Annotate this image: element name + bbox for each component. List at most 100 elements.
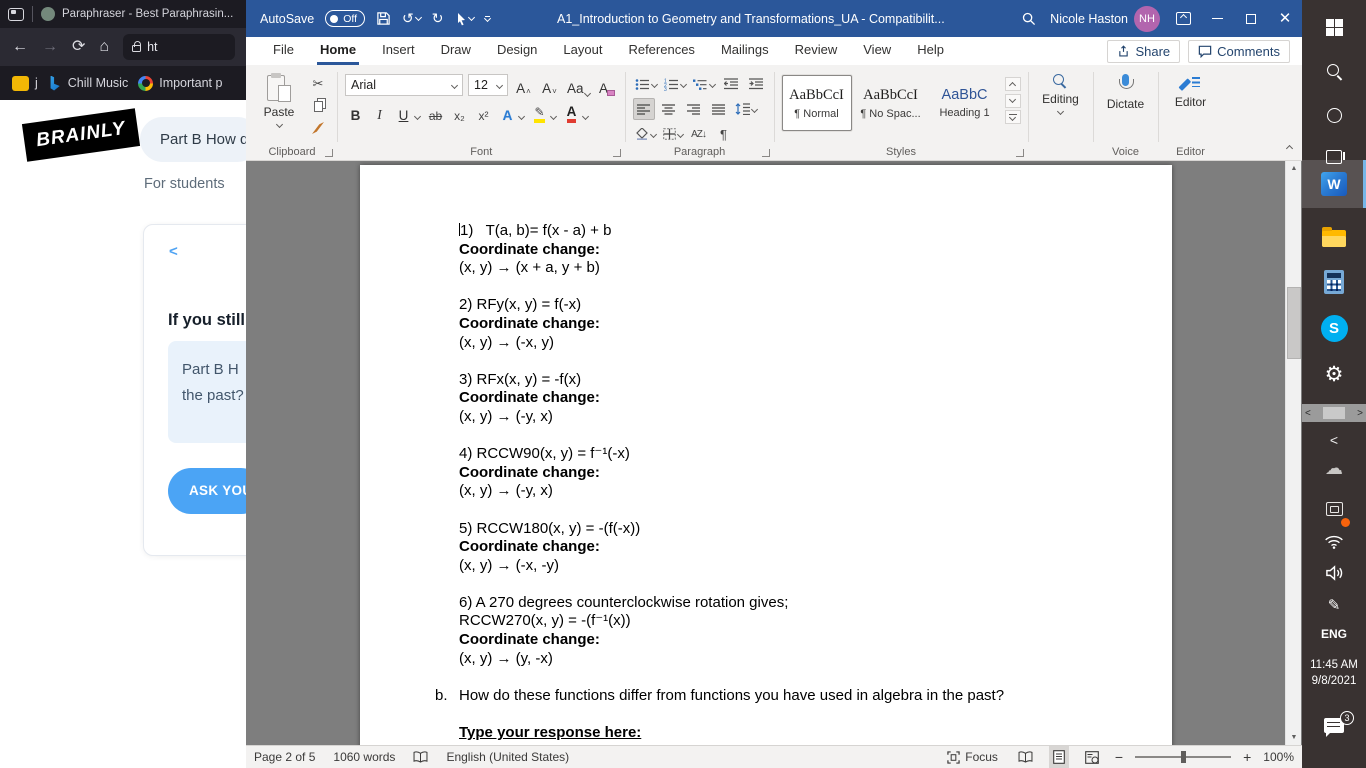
zoom-slider-thumb[interactable]	[1181, 751, 1187, 763]
bullet-list-button[interactable]	[633, 73, 659, 95]
zoom-in-button[interactable]: +	[1243, 749, 1251, 765]
browser-tab[interactable]: Paraphraser - Best Paraphrasin...	[41, 7, 239, 21]
action-center-button[interactable]: 3	[1302, 708, 1366, 742]
language-indicator[interactable]: English (United States)	[446, 750, 569, 764]
onedrive-button[interactable]: ☁	[1302, 454, 1366, 482]
web-layout-button[interactable]	[1081, 746, 1103, 768]
align-center-button[interactable]	[658, 98, 680, 120]
brainly-search-input[interactable]: Part B How d	[140, 117, 247, 162]
doc-item-3[interactable]: 3) RFx(x, y) = -f(x) Coordinate change: …	[459, 371, 1142, 427]
clear-formatting-button[interactable]: A	[597, 74, 618, 96]
bookmark-item[interactable]: Chill Music	[48, 75, 128, 91]
ribbon-display-options-button[interactable]	[1166, 0, 1200, 37]
taskbar-scroll-thumb[interactable]	[1323, 407, 1345, 419]
scroll-up-icon[interactable]: ▲	[1286, 161, 1302, 176]
show-hidden-icons-button[interactable]: <	[1302, 428, 1366, 452]
volume-button[interactable]	[1302, 560, 1366, 586]
bookmark-item[interactable]: j	[12, 75, 38, 91]
superscript-button[interactable]: x²	[473, 101, 494, 123]
zoom-slider[interactable]	[1135, 751, 1232, 763]
maximize-button[interactable]	[1234, 0, 1268, 37]
back-chevron-icon[interactable]: <	[169, 243, 178, 260]
styles-more-button[interactable]	[1004, 110, 1021, 124]
align-right-button[interactable]	[683, 98, 705, 120]
paste-button[interactable]: Paste	[254, 69, 304, 144]
tab-layout[interactable]: Layout	[550, 37, 615, 65]
comments-button[interactable]: Comments	[1188, 39, 1290, 63]
tab-help[interactable]: Help	[904, 37, 957, 65]
snip-notification-button[interactable]	[1302, 494, 1366, 527]
sort-button[interactable]: AZ↓	[688, 123, 710, 145]
customize-toolbar-button[interactable]	[483, 14, 491, 23]
change-case-button[interactable]: Aa	[565, 74, 592, 98]
text-effects-button[interactable]: A	[497, 101, 518, 123]
question-b[interactable]: b. How do these functions differ from fu…	[435, 687, 1142, 706]
doc-item-5[interactable]: 5) RCCW180(x, y) = -(f(-x)) Coordinate c…	[459, 520, 1142, 576]
question-box[interactable]: Part B H the past?	[168, 341, 247, 443]
underline-button[interactable]: U	[393, 101, 414, 123]
skype-button[interactable]: S	[1302, 304, 1366, 352]
home-icon[interactable]: ⌂	[99, 39, 109, 55]
firefox-view-icon[interactable]	[8, 7, 24, 21]
tab-mailings[interactable]: Mailings	[708, 37, 782, 65]
url-bar[interactable]: ht	[123, 34, 235, 60]
doc-item-6[interactable]: 6) A 270 degrees counterclockwise rotati…	[459, 594, 1142, 668]
response-prompt[interactable]: Type your response here:	[459, 724, 1142, 743]
reload-icon[interactable]: ⟳	[72, 39, 85, 55]
search-button[interactable]	[1012, 0, 1046, 37]
justify-button[interactable]	[708, 98, 730, 120]
scroll-right-icon[interactable]: >	[1357, 408, 1363, 419]
tab-insert[interactable]: Insert	[369, 37, 428, 65]
shrink-font-button[interactable]: A ˅	[539, 74, 560, 96]
calculator-button[interactable]	[1302, 258, 1366, 306]
document-text[interactable]: 1) T(a, b)= f(x - a) + b Coordinate chan…	[360, 165, 1172, 743]
shading-button[interactable]	[633, 123, 658, 145]
proofing-icon[interactable]	[413, 751, 428, 763]
tab-home[interactable]: Home	[307, 37, 369, 65]
highlight-button[interactable]: ✎	[529, 101, 550, 123]
font-color-button[interactable]: A	[561, 101, 582, 123]
cortana-button[interactable]	[1302, 98, 1366, 132]
language-indicator[interactable]: ENG	[1302, 622, 1366, 646]
tab-draw[interactable]: Draw	[428, 37, 484, 65]
editor-button[interactable]: Editor	[1166, 69, 1216, 144]
paragraph-dialog-launcher[interactable]	[761, 149, 770, 157]
ask-question-button[interactable]: ASK YOU	[168, 468, 247, 514]
strikethrough-button[interactable]: ab	[425, 101, 446, 123]
align-left-button[interactable]	[632, 98, 655, 120]
cut-icon[interactable]: ✂	[308, 75, 328, 93]
editing-button[interactable]: Editing	[1036, 69, 1086, 144]
vertical-scrollbar[interactable]: ▲ ▼	[1285, 161, 1301, 745]
minimize-button[interactable]	[1200, 0, 1234, 37]
style-normal[interactable]: AaBbCcI ¶ Normal	[781, 75, 852, 131]
zoom-out-button[interactable]: −	[1115, 749, 1123, 765]
dictate-button[interactable]: Dictate	[1101, 69, 1151, 144]
undo-button[interactable]: ↺	[402, 10, 422, 27]
zoom-level[interactable]: 100%	[1263, 750, 1294, 764]
style-no-spacing[interactable]: AaBbCcI ¶ No Spac...	[856, 75, 926, 131]
multilevel-list-button[interactable]	[691, 73, 717, 95]
forward-icon[interactable]: →	[42, 39, 58, 55]
scrollbar-thumb[interactable]	[1287, 287, 1301, 359]
read-mode-button[interactable]	[1014, 746, 1037, 768]
copy-icon[interactable]	[308, 97, 328, 115]
tab-design[interactable]: Design	[484, 37, 550, 65]
word-count[interactable]: 1060 words	[333, 750, 395, 764]
close-button[interactable]: ✕	[1268, 0, 1302, 37]
tab-view[interactable]: View	[850, 37, 904, 65]
italic-button[interactable]: I	[369, 101, 390, 123]
taskbar-search-button[interactable]	[1302, 54, 1366, 88]
clipboard-dialog-launcher[interactable]	[325, 149, 333, 157]
share-button[interactable]: Share	[1107, 39, 1181, 63]
doc-item-2[interactable]: 2) RFy(x, y) = f(-x) Coordinate change: …	[459, 296, 1142, 352]
scroll-down-icon[interactable]: ▼	[1286, 730, 1302, 745]
settings-button[interactable]: ⚙	[1302, 350, 1366, 398]
format-painter-icon[interactable]	[308, 119, 328, 137]
styles-dialog-launcher[interactable]	[1015, 149, 1024, 157]
autosave-toggle[interactable]: Off	[325, 10, 366, 27]
touch-mode-button[interactable]	[455, 12, 475, 26]
user-name[interactable]: Nicole Haston	[1050, 12, 1128, 26]
styles-scroll-down-button[interactable]	[1004, 93, 1021, 108]
for-students-link[interactable]: For students	[144, 176, 225, 192]
grow-font-button[interactable]: A ˄	[513, 74, 534, 96]
